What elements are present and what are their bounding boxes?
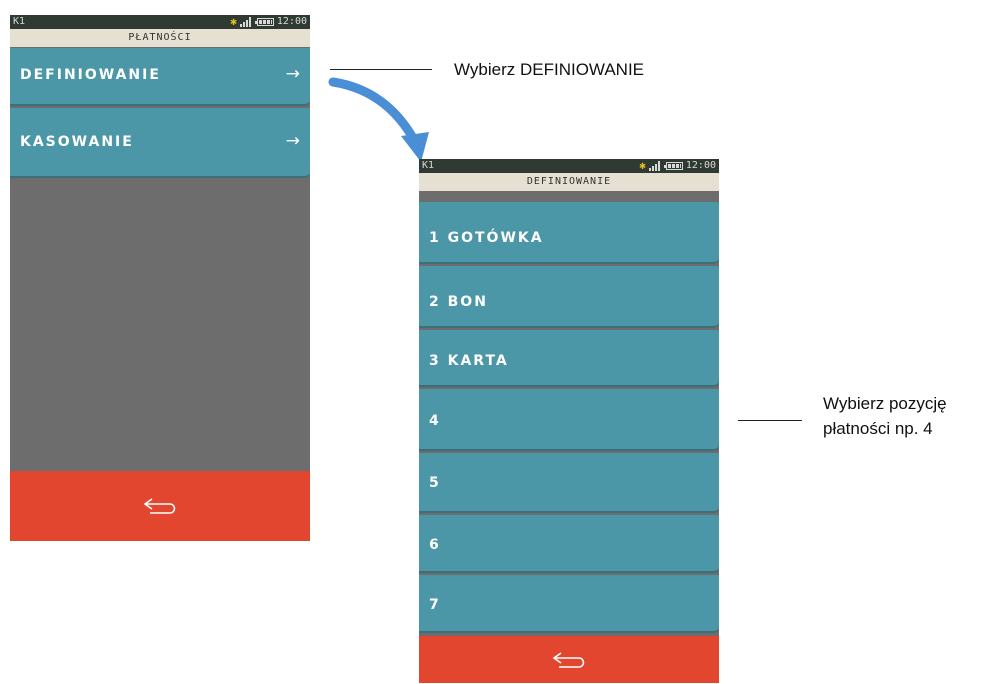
arrow-right-icon: → — [285, 131, 302, 151]
back-button[interactable] — [419, 636, 719, 683]
menu-item-label: 3 KARTA — [429, 353, 509, 369]
back-arrow-icon — [143, 498, 176, 514]
menu-item-label: 1 GOTÓWKA — [429, 230, 544, 246]
menu-item-label: 7 — [429, 597, 441, 613]
menu-item-7[interactable]: 7 — [419, 575, 719, 633]
menu-item-5[interactable]: 5 — [419, 453, 719, 513]
battery-icon — [663, 162, 683, 170]
menu-item-label: DEFINIOWANIE — [20, 67, 161, 83]
back-button[interactable] — [10, 471, 310, 541]
status-bar: K1 ✱ 12:00 — [10, 15, 310, 29]
signal-icon — [239, 17, 254, 27]
menu-item-karta[interactable]: 3 KARTA — [419, 330, 719, 387]
screen-platnosci: K1 ✱ 12:00 PŁATNOŚCI DEFINIOWANIE → KASO… — [10, 15, 310, 541]
menu-item-kasowanie[interactable]: KASOWANIE → — [10, 108, 310, 178]
menu-item-gotowka[interactable]: 1 GOTÓWKA — [419, 202, 719, 264]
clock: 12:00 — [685, 160, 716, 171]
carrier-label: K1 — [422, 160, 435, 171]
menu-item-label: 4 — [429, 413, 441, 429]
menu-item-label: 6 — [429, 537, 441, 553]
bluetooth-icon: ✱ — [230, 15, 237, 28]
menu-item-bon[interactable]: 2 BON — [419, 266, 719, 328]
flow-arrow-icon — [328, 77, 429, 162]
annotation-select-position-line1: Wybierz pozycję — [823, 394, 947, 413]
menu-item-definiowanie[interactable]: DEFINIOWANIE → — [10, 48, 310, 106]
annotation-select-definiowanie: Wybierz DEFINIOWANIE — [454, 60, 645, 79]
bluetooth-icon: ✱ — [639, 159, 646, 172]
menu-item-6[interactable]: 6 — [419, 515, 719, 573]
signal-icon — [648, 161, 663, 171]
battery-icon — [254, 18, 274, 26]
annotation-line-2 — [738, 420, 802, 421]
menu-item-label: KASOWANIE — [20, 134, 134, 150]
screen-definiowanie: K1 ✱ 12:00 DEFINIOWANIE 1 GOTÓWKA 2 BON … — [419, 159, 719, 683]
back-arrow-icon — [552, 651, 585, 668]
status-bar: K1 ✱ 12:00 — [419, 159, 719, 173]
menu-item-label: 2 BON — [429, 294, 488, 310]
menu-item-label: 5 — [429, 475, 441, 491]
screen-title: DEFINIOWANIE — [419, 173, 719, 191]
menu-item-4[interactable]: 4 — [419, 389, 719, 451]
screen-title: PŁATNOŚCI — [10, 29, 310, 47]
annotation-select-position-line2: płatności np. 4 — [823, 419, 933, 438]
arrow-right-icon: → — [285, 64, 302, 84]
clock: 12:00 — [276, 16, 307, 27]
carrier-label: K1 — [13, 16, 26, 27]
